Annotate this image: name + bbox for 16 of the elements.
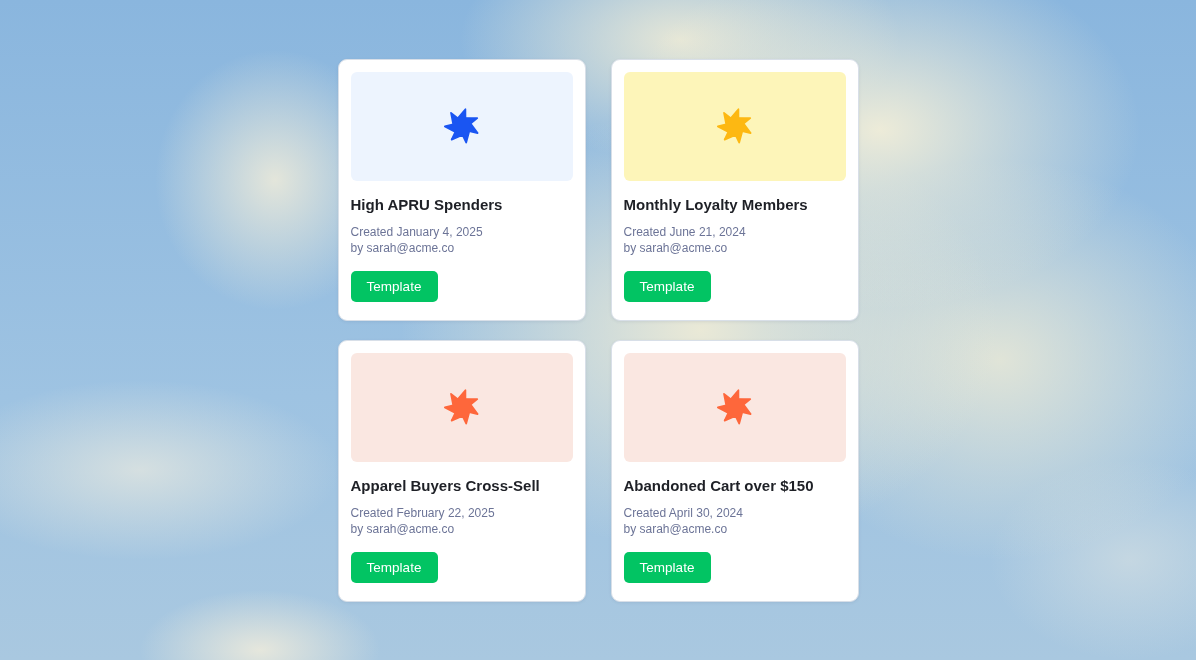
template-button[interactable]: Template xyxy=(350,551,438,583)
template-button[interactable]: Template xyxy=(623,270,711,302)
created-date: Created April 30, 2024 xyxy=(623,504,744,521)
template-button[interactable]: Template xyxy=(623,551,711,583)
author-email: by sarah@acme.co xyxy=(350,520,456,537)
author-email: by sarah@acme.co xyxy=(623,239,729,256)
created-date: Created February 22, 2025 xyxy=(350,504,496,521)
author-email: by sarah@acme.co xyxy=(350,239,456,256)
author-email: by sarah@acme.co xyxy=(623,520,729,537)
card-title: High APRU Spenders xyxy=(350,194,504,215)
created-date: Created June 21, 2024 xyxy=(623,223,747,240)
template-button[interactable]: Template xyxy=(350,270,438,302)
card-title: Abandoned Cart over $150 xyxy=(623,475,815,496)
card-title: Monthly Loyalty Members xyxy=(623,194,809,215)
card-title: Apparel Buyers Cross-Sell xyxy=(350,475,541,496)
created-date: Created January 4, 2025 xyxy=(350,223,484,240)
